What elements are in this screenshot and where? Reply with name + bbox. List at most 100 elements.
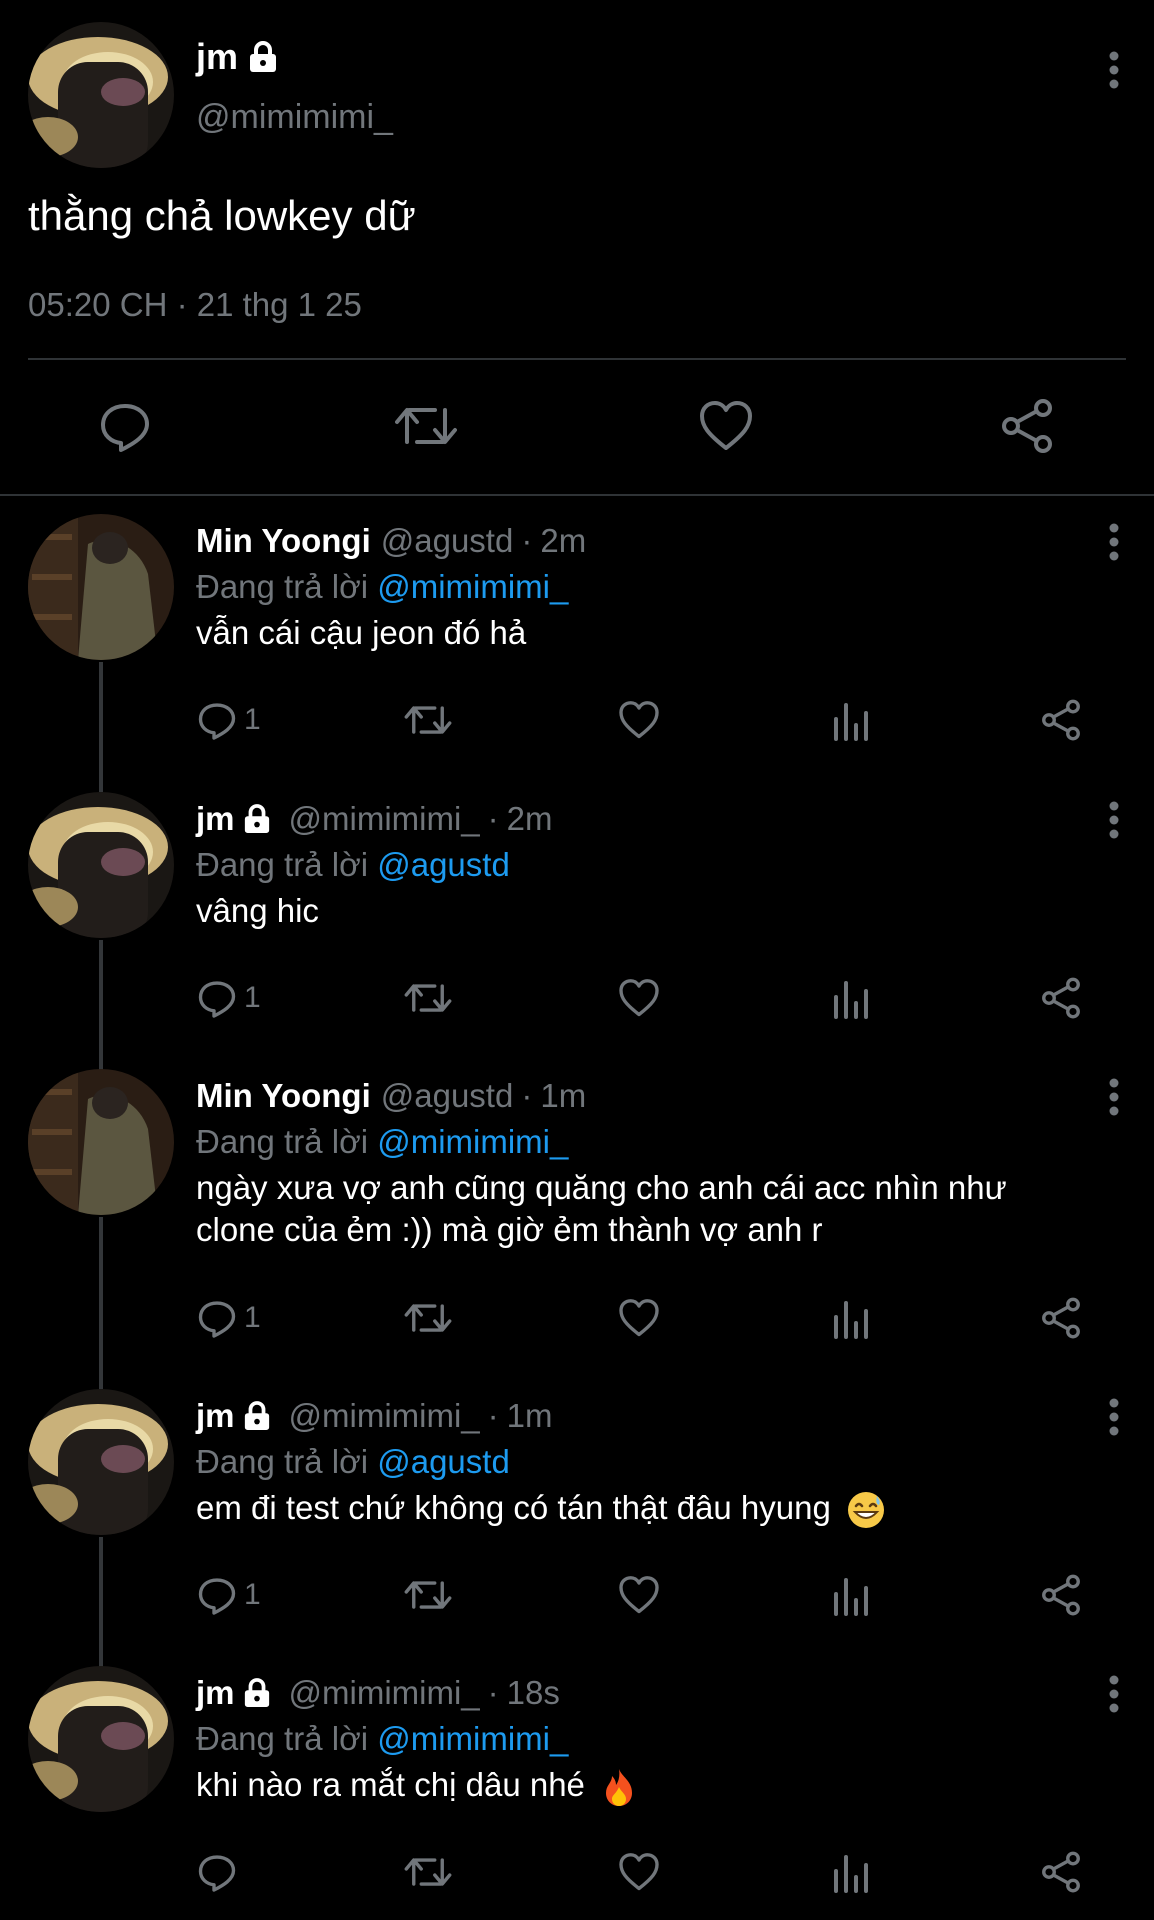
- share-icon[interactable]: [1040, 696, 1082, 744]
- display-name[interactable]: jm: [196, 1397, 235, 1435]
- timestamp[interactable]: 1m: [540, 1077, 586, 1115]
- like-icon[interactable]: [618, 696, 660, 744]
- mention-link[interactable]: @agustd: [377, 1443, 510, 1480]
- like-icon[interactable]: [618, 1294, 660, 1342]
- avatar[interactable]: [28, 1069, 174, 1215]
- reply-button[interactable]: 1: [196, 696, 261, 744]
- more-options-icon[interactable]: [1108, 1674, 1120, 1714]
- fire-emoji: [600, 1767, 638, 1807]
- timestamp[interactable]: 2m: [540, 522, 586, 560]
- reply-icon: [198, 981, 236, 1018]
- replying-label: Đang trả lời: [196, 846, 369, 883]
- reply-actions: 1: [196, 1294, 1154, 1342]
- reply-text: em đi test chứ không có tán thật đâu hyu…: [196, 1487, 1076, 1530]
- reply-count: 1: [244, 1578, 261, 1611]
- separator-dot: ·: [521, 522, 533, 559]
- reply-text: khi nào ra mắt chị dâu nhé: [196, 1764, 1076, 1807]
- timestamp[interactable]: 2m: [507, 800, 553, 838]
- replying-to: Đang trả lời @mimimimi_: [196, 568, 568, 606]
- views-icon[interactable]: [832, 974, 872, 1022]
- more-options-icon[interactable]: [1108, 1397, 1120, 1437]
- display-name[interactable]: Min Yoongi: [196, 1077, 371, 1115]
- replying-label: Đang trả lời: [196, 1720, 369, 1757]
- reply-icon: [198, 1301, 236, 1338]
- separator-dot: ·: [487, 1397, 499, 1434]
- lock-icon: [243, 1401, 271, 1431]
- share-icon[interactable]: [1040, 1848, 1082, 1896]
- thread-line: [99, 1537, 103, 1667]
- reply-icon: [198, 703, 236, 740]
- display-name[interactable]: jm: [196, 800, 235, 838]
- divider: [0, 494, 1154, 496]
- tweet-timestamp: 05:20 CH · 21 thg 1 25: [28, 286, 362, 323]
- mention-link[interactable]: @mimimimi_: [377, 1123, 568, 1160]
- avatar[interactable]: [28, 1666, 174, 1812]
- like-icon[interactable]: [618, 1848, 660, 1896]
- more-options-icon[interactable]: [1108, 50, 1120, 90]
- share-icon[interactable]: [1040, 974, 1082, 1022]
- mention-link[interactable]: @mimimimi_: [377, 1720, 568, 1757]
- more-options-icon[interactable]: [1108, 1077, 1120, 1117]
- replying-label: Đang trả lời: [196, 568, 369, 605]
- avatar[interactable]: [28, 22, 174, 168]
- handle[interactable]: @mimimimi_: [289, 1674, 480, 1712]
- retweet-icon[interactable]: [395, 398, 457, 454]
- retweet-icon[interactable]: [404, 1848, 452, 1896]
- replying-to: Đang trả lời @agustd: [196, 846, 510, 884]
- avatar[interactable]: [28, 514, 174, 660]
- main-tweet: jm @mimimimi_ thằng chả lowkey dữ 05:20 …: [0, 0, 1154, 496]
- share-icon[interactable]: [1040, 1571, 1082, 1619]
- lock-icon: [248, 41, 278, 73]
- handle[interactable]: @agustd: [381, 1077, 514, 1115]
- reply-button[interactable]: 1: [196, 974, 261, 1022]
- like-icon[interactable]: [618, 974, 660, 1022]
- handle[interactable]: @agustd: [381, 522, 514, 560]
- retweet-icon[interactable]: [404, 1571, 452, 1619]
- replying-to: Đang trả lời @mimimimi_: [196, 1123, 568, 1161]
- reply-tweet[interactable]: jm @mimimimi_ · 18s Đang trả lời @mimimi…: [0, 1652, 1154, 1920]
- like-icon[interactable]: [698, 398, 754, 454]
- handle[interactable]: @mimimimi_: [196, 98, 393, 137]
- views-icon[interactable]: [832, 1294, 872, 1342]
- reply-button[interactable]: [196, 1848, 244, 1896]
- reply-tweet[interactable]: Min Yoongi @agustd · 2m Đang trả lời @mi…: [0, 500, 1154, 792]
- handle[interactable]: @mimimimi_: [289, 1397, 480, 1435]
- timestamp[interactable]: 18s: [507, 1674, 560, 1712]
- handle[interactable]: @mimimimi_: [289, 800, 480, 838]
- display-name[interactable]: jm: [196, 1674, 235, 1712]
- replying-to: Đang trả lời @agustd: [196, 1443, 510, 1481]
- reply-button[interactable]: 1: [196, 1571, 261, 1619]
- retweet-icon[interactable]: [404, 974, 452, 1022]
- reply-actions: [196, 1848, 1154, 1896]
- reply-tweet[interactable]: Min Yoongi @agustd · 1m Đang trả lời @mi…: [0, 1055, 1154, 1389]
- reply-tweet[interactable]: jm @mimimimi_ · 2m Đang trả lời @agustd …: [0, 778, 1154, 1070]
- more-options-icon[interactable]: [1108, 522, 1120, 562]
- reply-text: vâng hic: [196, 892, 319, 929]
- thread-line: [99, 1217, 103, 1389]
- reply-count: 1: [244, 1301, 261, 1334]
- share-icon[interactable]: [999, 398, 1055, 454]
- tweet-actions: [0, 398, 1154, 454]
- reply-text-content: khi nào ra mắt chị dâu nhé: [196, 1766, 585, 1803]
- more-options-icon[interactable]: [1108, 800, 1120, 840]
- avatar[interactable]: [28, 1389, 174, 1535]
- reply-button[interactable]: 1: [196, 1294, 261, 1342]
- retweet-icon[interactable]: [404, 1294, 452, 1342]
- reply-icon[interactable]: [97, 398, 153, 454]
- avatar[interactable]: [28, 792, 174, 938]
- like-icon[interactable]: [618, 1571, 660, 1619]
- retweet-icon[interactable]: [404, 696, 452, 744]
- mention-link[interactable]: @agustd: [377, 846, 510, 883]
- reply-tweet[interactable]: jm @mimimimi_ · 1m Đang trả lời @agustd …: [0, 1375, 1154, 1667]
- display-name[interactable]: jm: [196, 36, 238, 78]
- share-icon[interactable]: [1040, 1294, 1082, 1342]
- views-icon[interactable]: [832, 1571, 872, 1619]
- replying-to: Đang trả lời @mimimimi_: [196, 1720, 568, 1758]
- lock-icon: [243, 804, 271, 834]
- views-icon[interactable]: [832, 696, 872, 744]
- mention-link[interactable]: @mimimimi_: [377, 568, 568, 605]
- views-icon[interactable]: [832, 1848, 872, 1896]
- timestamp[interactable]: 1m: [507, 1397, 553, 1435]
- thread-line: [99, 662, 103, 792]
- display-name[interactable]: Min Yoongi: [196, 522, 371, 560]
